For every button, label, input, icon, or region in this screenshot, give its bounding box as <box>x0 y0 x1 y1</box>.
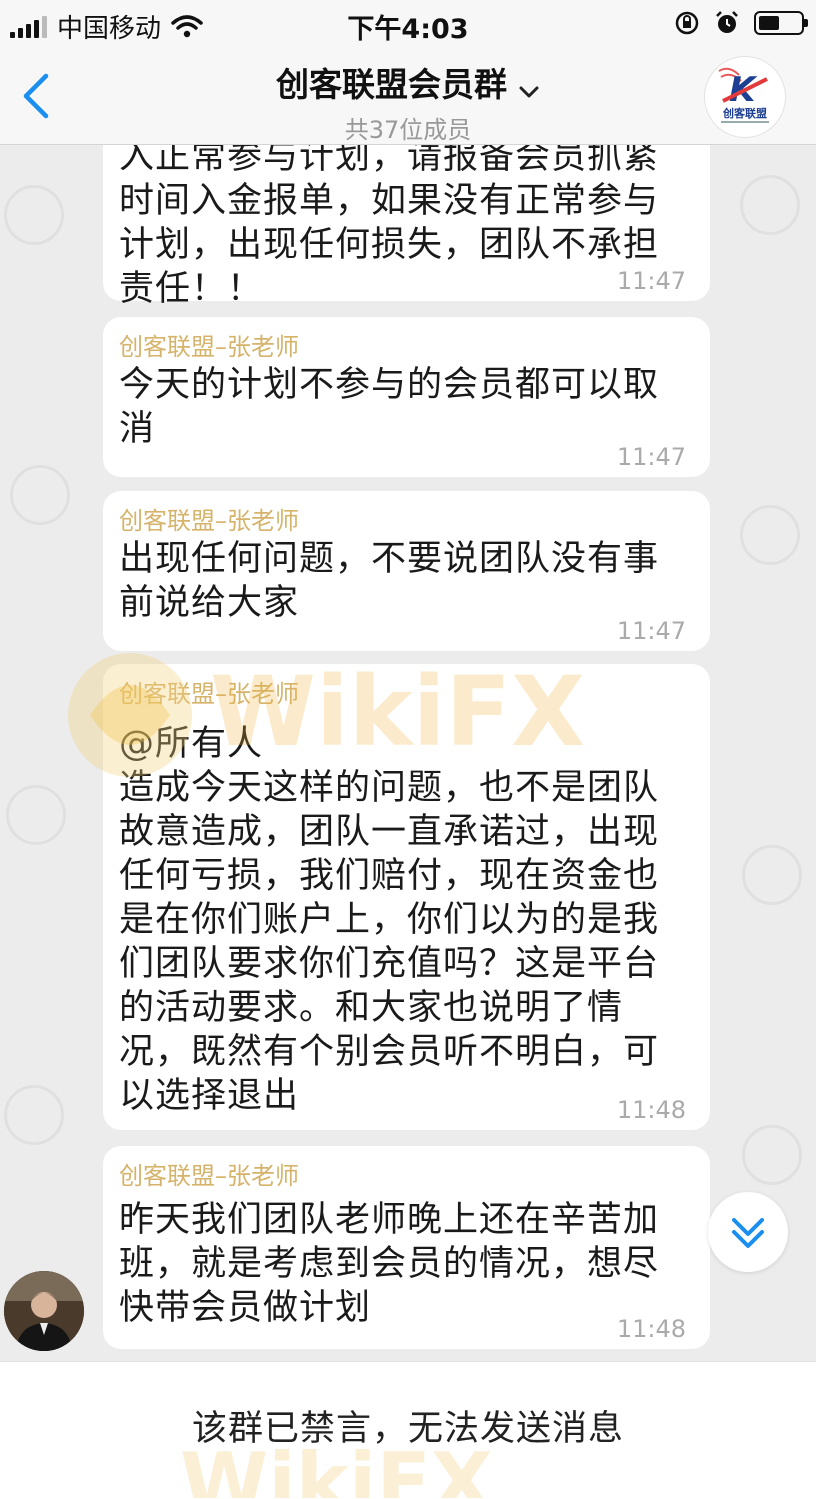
svg-text:创客联盟: 创客联盟 <box>722 106 767 120</box>
message-bubble[interactable]: 入正常参与计划，请报备会员抓紧 时间入金报单，如果没有正常参与 计划，出现任何损… <box>103 145 710 309</box>
scroll-to-bottom-button[interactable] <box>708 1192 788 1272</box>
background-pattern-icon <box>6 785 66 845</box>
group-logo-icon: K 创客联盟 <box>718 67 769 123</box>
message-text: 出现任何问题，不要说团队没有事 前说给大家 <box>119 539 660 623</box>
double-chevron-down-icon <box>732 1218 764 1248</box>
background-pattern-icon <box>740 505 800 565</box>
message-bubble[interactable]: 创客联盟–张老师 今天的计划不参与的会员都可以取 消 11:47 <box>103 317 710 477</box>
background-pattern-icon <box>742 1125 802 1185</box>
sender-name[interactable]: 创客联盟–张老师 <box>119 505 690 537</box>
alarm-icon <box>716 11 738 33</box>
background-pattern-icon <box>4 185 64 245</box>
group-title-area[interactable]: 创客联盟会员群 共37位成员 <box>0 58 816 145</box>
background-pattern-icon <box>10 465 70 525</box>
status-bar: 中国移动 下午4:03 <box>0 0 816 50</box>
message-text: 今天的计划不参与的会员都可以取 消 <box>119 365 660 449</box>
background-pattern-icon <box>742 845 802 905</box>
message-bubble[interactable]: 创客联盟–张老师 出现任何问题，不要说团队没有事 前说给大家 11:47 <box>103 491 710 651</box>
chat-area[interactable]: 入正常参与计划，请报备会员抓紧 时间入金报单，如果没有正常参与 计划，出现任何损… <box>0 145 816 1361</box>
sender-avatar[interactable] <box>4 1271 84 1351</box>
message-bubble[interactable]: 创客联盟–张老师 @所有人 造成今天这样的问题，也不是团队 故意造成，团队一直承… <box>103 664 710 1130</box>
group-avatar[interactable]: K 创客联盟 <box>704 56 786 138</box>
group-title: 创客联盟会员群 <box>275 65 507 104</box>
message-text: 入正常参与计划，请报备会员抓紧 时间入金报单，如果没有正常参与 计划，出现任何损… <box>119 145 660 309</box>
background-pattern-icon <box>4 1085 64 1145</box>
chevron-down-icon <box>519 86 539 97</box>
message-time: 11:48 <box>616 1096 686 1124</box>
sender-name[interactable]: 创客联盟–张老师 <box>119 678 690 710</box>
orientation-lock-icon <box>675 11 699 35</box>
battery-icon <box>754 11 808 35</box>
message-time: 11:48 <box>616 1315 686 1343</box>
background-pattern-icon <box>740 175 800 235</box>
nav-bar: 创客联盟会员群 共37位成员 K 创客联盟 <box>0 50 816 145</box>
sender-name[interactable]: 创客联盟–张老师 <box>119 331 690 363</box>
message-text: @所有人 造成今天这样的问题，也不是团队 故意造成，团队一直承诺过，出现 任何亏… <box>119 724 660 1116</box>
message-time: 11:47 <box>616 443 686 471</box>
muted-notice: 该群已禁言，无法发送消息 <box>191 1409 624 1449</box>
message-text: 昨天我们团队老师晚上还在辛苦加 班，就是考虑到会员的情况，想尽 快带会员做计划 <box>119 1200 660 1328</box>
message-bubble[interactable]: 创客联盟–张老师 昨天我们团队老师晚上还在辛苦加 班，就是考虑到会员的情况，想尽… <box>103 1146 710 1349</box>
bottom-bar: 该群已禁言，无法发送消息 WikiFX <box>0 1361 816 1499</box>
message-time: 11:47 <box>616 617 686 645</box>
person-avatar-icon <box>4 1271 84 1351</box>
member-count: 共37位成员 <box>344 116 472 144</box>
sender-name[interactable]: 创客联盟–张老师 <box>119 1160 690 1192</box>
message-time: 11:47 <box>616 267 686 295</box>
